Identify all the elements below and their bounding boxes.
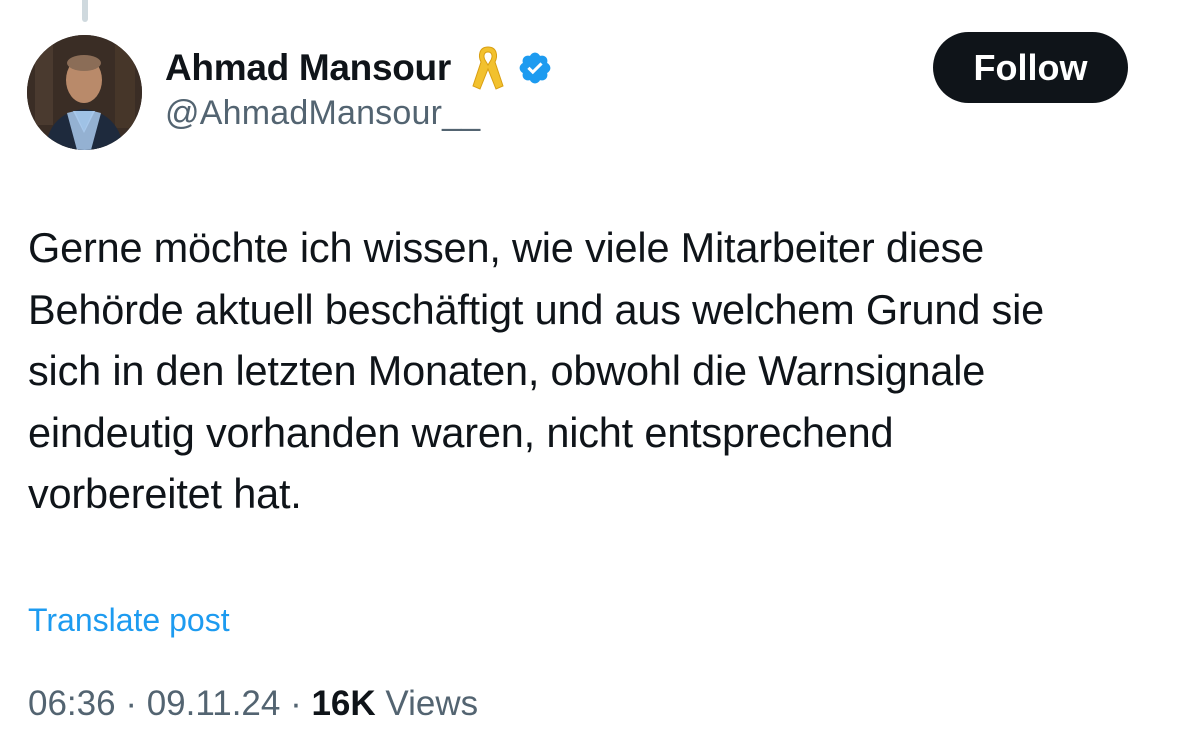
meta-separator: ·	[115, 684, 147, 723]
post-meta: 06:36 · 09.11.24 · 16K Views	[28, 684, 478, 724]
post-text: Gerne möchte ich wissen, wie viele Mitar…	[28, 217, 1168, 525]
author-header: Ahmad Mansour @AhmadMansour__	[165, 44, 553, 133]
follow-button[interactable]: Follow	[933, 32, 1128, 103]
verified-badge-icon[interactable]	[517, 50, 553, 86]
post-text-line: Gerne möchte ich wissen, wie viele Mitar…	[28, 224, 985, 271]
avatar[interactable]	[27, 35, 142, 150]
yellow-ribbon-icon	[471, 44, 505, 92]
author-display-name[interactable]: Ahmad Mansour	[165, 47, 451, 89]
post-text-line: sich in den letzten Monaten, obwohl die …	[28, 347, 986, 394]
post-text-line: eindeutig vorhanden waren, nicht entspre…	[28, 408, 894, 456]
translate-post-link[interactable]: Translate post	[28, 602, 230, 639]
avatar-photo-icon	[27, 35, 142, 150]
views-count[interactable]: 16K	[311, 684, 375, 723]
thread-connector-line	[82, 0, 88, 22]
author-handle[interactable]: @AhmadMansour__	[165, 94, 553, 133]
meta-separator: ·	[280, 684, 312, 723]
post-text-line: vorbereitet hat.	[28, 470, 302, 517]
post-date[interactable]: 09.11.24	[147, 684, 281, 723]
views-label[interactable]: Views	[385, 684, 478, 723]
author-name-row: Ahmad Mansour	[165, 44, 553, 92]
post-text-line: Behörde aktuell beschäftigt und aus welc…	[28, 285, 1044, 333]
post-time[interactable]: 06:36	[28, 684, 116, 723]
